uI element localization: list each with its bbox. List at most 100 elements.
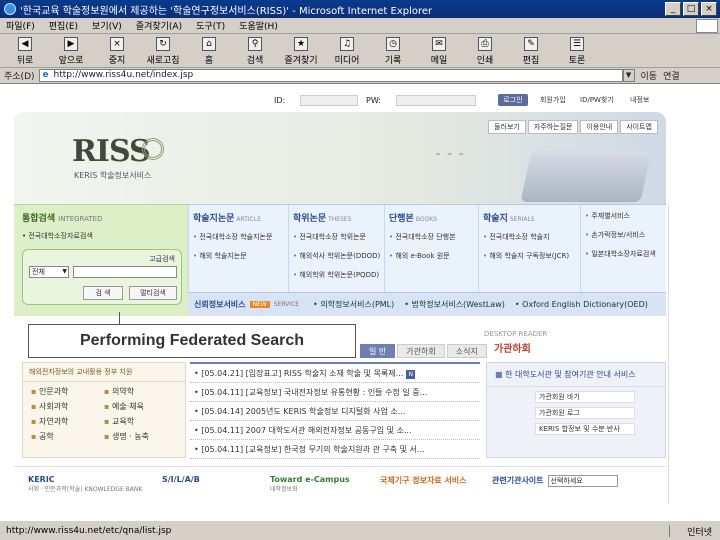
links-button[interactable]: 연결 [663,69,680,82]
category-link[interactable]: 전국대학소장 학술지논문 [193,232,288,242]
top-link-sitemap[interactable]: 사이트맵 [620,120,658,134]
toolbar-button-3[interactable]: ↻ 새로고침 [144,37,182,66]
category-heading[interactable]: 학술지 SERIALS [483,211,580,224]
address-dropdown-icon[interactable]: ▼ [622,69,635,82]
maximize-button[interactable]: □ [683,2,699,16]
top-link-guide[interactable]: 이용안내 [580,120,619,134]
related-sites-select[interactable]: 선택하세요 [547,475,618,487]
toolbar-button-5[interactable]: ⚲ 검색 [236,37,274,66]
toolbar-label: 기록 [384,56,402,66]
subject-link[interactable]: 인문과학 [31,386,104,397]
notice-item[interactable]: • [05.04.11] [교육정보] 한국정 무기의 학술지원과 관 구축 및… [190,440,480,459]
institution-link[interactable]: 가관회원 로그 [535,407,635,419]
category-link[interactable]: 해외 e-Book 원문 [389,251,478,261]
institution-link[interactable]: 가관회원 바기 [535,391,635,403]
toolbar-button-4[interactable]: ⌂ 홈 [190,37,228,66]
category-link[interactable]: 전국대학소장 단행본 [389,232,478,242]
notice-item[interactable]: • [05.04.11] [교육정보] 국내전자정보 유통현황 : 인들 수정 … [190,383,480,402]
find-id-link[interactable]: ID/PW찾기 [580,95,614,105]
category-link[interactable]: 전국대학소장 학위논문 [293,232,384,242]
subject-link[interactable]: 예술·체육 [104,401,177,412]
refresh-icon: ↻ [156,37,170,51]
login-button[interactable]: 로그인 [498,94,528,106]
multi-search-button[interactable]: 멀티검색 [129,286,177,300]
toolbar-button-7[interactable]: ♫ 미디어 [328,37,366,66]
category-heading[interactable]: 단행본 BOOKS [389,211,478,224]
id-input[interactable] [300,94,358,106]
toolbar-button-6[interactable]: ★ 즐겨찾기 [282,37,320,66]
subject-link[interactable]: 사회과학 [31,401,104,412]
toolbar: ◀ 뒤로 ▶ 앞으로 × 중지 ↻ 새로고침 ⌂ 홈 ⚲ 검색 ★ 즐겨찾기 ♫ 미디어 ◷ 기록 ✉ 메일 ⎙ 인쇄 ✎ 편… [0,34,720,68]
notice-item[interactable]: • [05.04.14] 2005년도 KERIS 학술정보 디지털화 사업 소… [190,402,480,421]
security-zone: 인터넷 [687,528,712,538]
category-link[interactable]: 해외 학술지논문 [193,251,288,261]
category-column: 학위논문THESES 전국대학소장 학위논문해외석사 학위논문(DDOD) 해외학위… [288,205,384,293]
menu-tools[interactable]: 도구(T) [196,19,225,32]
banner-silab[interactable]: S/I/L/A/B [162,475,200,484]
subject-link[interactable]: 의약학 [104,386,177,397]
toolbar-button-9[interactable]: ✉ 메일 [420,37,458,66]
notice-item[interactable]: • [05.04.21] [입장표고] RISS 학술지 소재 학술 및 목록제… [190,364,480,383]
category-link[interactable]: 주제별서비스 [585,211,666,221]
title-bar: '한국교육 학술정보원에서 제공하는 '학술연구정보서비스(RISS)' - M… [0,0,720,18]
menu-edit[interactable]: 편집(E) [49,19,78,32]
subject-link[interactable]: 생명 · 농축 [104,431,177,442]
tab-institution[interactable]: 가관하회 [397,344,445,358]
category-column: 학술지SERIALS 전국대학소장 학술지해외 학술지 구독정보(JCR) [478,205,580,293]
toolbar-button-1[interactable]: ▶ 앞으로 [52,37,90,66]
category-heading[interactable]: 학위논문 THESES [293,211,384,224]
join-link[interactable]: 회원가입 [540,95,566,105]
toolbar-button-11[interactable]: ✎ 편집 [512,37,550,66]
ebook-title[interactable]: 가관하회 [494,340,531,355]
category-link[interactable]: 해외석사 학위논문(DDOD) [293,251,384,261]
toolbar-button-0[interactable]: ◀ 뒤로 [6,37,44,66]
tab-general[interactable]: 일 반 [360,344,396,358]
top-link-tour[interactable]: 둘러보기 [488,120,526,134]
institution-panel: 한 대학도서관 및 참여기관 안내 서비스 가관회원 바기가관회원 로그 KERI… [486,362,666,458]
institution-link[interactable]: KERIS 합정보 및 수분 반사 [535,423,635,435]
advanced-search-link[interactable]: 고급검색 [149,254,175,264]
service-more[interactable]: SERVICE [274,301,299,308]
toolbar-button-10[interactable]: ⎙ 인쇄 [466,37,504,66]
menu-file[interactable]: 파일(F) [6,19,35,32]
address-input[interactable]: http://www.riss4u.net/index.jsp [38,69,623,82]
subject-link[interactable]: 공학 [31,431,104,442]
category-link[interactable]: 손가락정보/서비스 [585,230,666,240]
category-link[interactable]: 해외학위 학위논문(PQDD) [293,270,384,280]
pw-input[interactable] [396,94,476,106]
toolbar-button-12[interactable]: ☰ 토론 [558,37,596,66]
toolbar-label: 홈 [204,56,214,66]
top-link-faq[interactable]: 자주하는질문 [527,120,579,134]
toolbar-button-2[interactable]: × 중지 [98,37,136,66]
my-info-link[interactable]: 내정보 [630,95,649,105]
search-option[interactable]: • 전국대학소장자료검색 [22,231,93,241]
subject-link[interactable]: 교육학 [104,416,177,427]
menu-help[interactable]: 도움말(H) [239,19,278,32]
banner-ecampus[interactable]: Toward e-Campus 대학정보화 [270,475,350,493]
riss-logo[interactable]: RISS [72,134,151,169]
category-link[interactable]: 해외 학술지 구독정보(JCR) [483,251,580,261]
emblem-icon [142,138,164,160]
search-input[interactable] [73,266,177,278]
minimize-button[interactable]: _ [665,2,681,16]
toolbar-button-8[interactable]: ◷ 기록 [374,37,412,66]
banner-intl-org[interactable]: 국제기구 정보자료 서비스 [380,475,467,486]
laptop-illustration [520,150,652,202]
menu-favorites[interactable]: 즐겨찾기(A) [136,19,182,32]
search-button[interactable]: 검 색 [83,286,123,300]
banner-keric[interactable]: KERIC 사회 · 인문과학(학술) KNOWLEDGE BANK [28,475,142,493]
service-link-pml[interactable]: • 의학정보서비스(PML) [313,299,394,310]
menu-view[interactable]: 보기(V) [92,19,122,32]
close-button[interactable]: × [701,2,717,16]
internet-explorer-icon [4,3,16,15]
search-field-select[interactable]: 전체 [29,266,69,278]
category-link[interactable]: 전국대학소장 학술지 [483,232,580,242]
go-button[interactable]: 이동 [641,69,658,82]
service-link-westlaw[interactable]: • 법학정보서비스(WestLaw) [404,299,505,310]
subject-link[interactable]: 자연과학 [31,416,104,427]
tab-newsletter[interactable]: 소식지 [446,344,487,358]
category-link[interactable]: 일본대학소장자료검색 [585,249,666,259]
notice-item[interactable]: • [05.04.11] 2007 대학도서관 해외전자정보 공동구입 및 소.… [190,421,480,440]
category-heading[interactable]: 학술지논문 ARTICLE [193,211,288,224]
service-link-oed[interactable]: • Oxford English Dictionary(OED) [515,300,648,309]
